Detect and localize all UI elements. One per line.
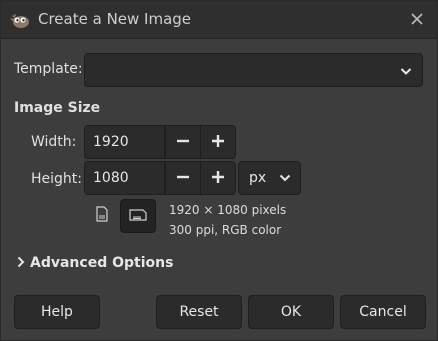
gimp-wilber-icon [9,10,31,30]
title-bar: Create a New Image [1,1,437,39]
template-combo[interactable] [84,53,423,87]
landscape-orientation-icon [129,207,147,226]
minus-icon [176,169,190,188]
image-resolution-info: 300 ppi, RGB color [169,223,282,237]
advanced-options-label: Advanced Options [30,254,174,271]
image-dimensions-info: 1920 × 1080 pixels [169,203,287,217]
width-increment-button[interactable] [200,125,236,159]
close-icon[interactable] [407,9,427,29]
height-increment-button[interactable] [200,161,236,195]
landscape-button[interactable] [120,199,156,233]
unit-select[interactable]: px [238,161,301,195]
ok-button[interactable]: OK [248,295,334,329]
reset-button[interactable]: Reset [156,295,242,329]
height-label: Height: [31,171,82,187]
height-decrement-button[interactable] [165,161,201,195]
width-decrement-button[interactable] [165,125,201,159]
plus-icon [211,133,225,152]
help-button[interactable]: Help [14,295,100,329]
chevron-down-icon [279,162,291,194]
portrait-button[interactable] [84,199,120,233]
width-label: Width: [31,134,77,150]
portrait-orientation-icon [95,206,109,226]
width-input[interactable]: 1920 [84,125,165,159]
image-size-heading: Image Size [14,100,101,116]
chevron-right-icon [17,253,25,272]
minus-icon [176,133,190,152]
advanced-options-expander[interactable]: Advanced Options [17,253,173,272]
new-image-dialog: Create a New Image Template: Image Size … [0,0,438,341]
unit-value: px [249,170,267,186]
height-input[interactable]: 1080 [84,161,165,195]
template-label: Template: [14,61,83,77]
window-title: Create a New Image [38,10,192,28]
plus-icon [211,169,225,188]
cancel-button[interactable]: Cancel [340,295,426,329]
chevron-down-icon [400,61,412,80]
